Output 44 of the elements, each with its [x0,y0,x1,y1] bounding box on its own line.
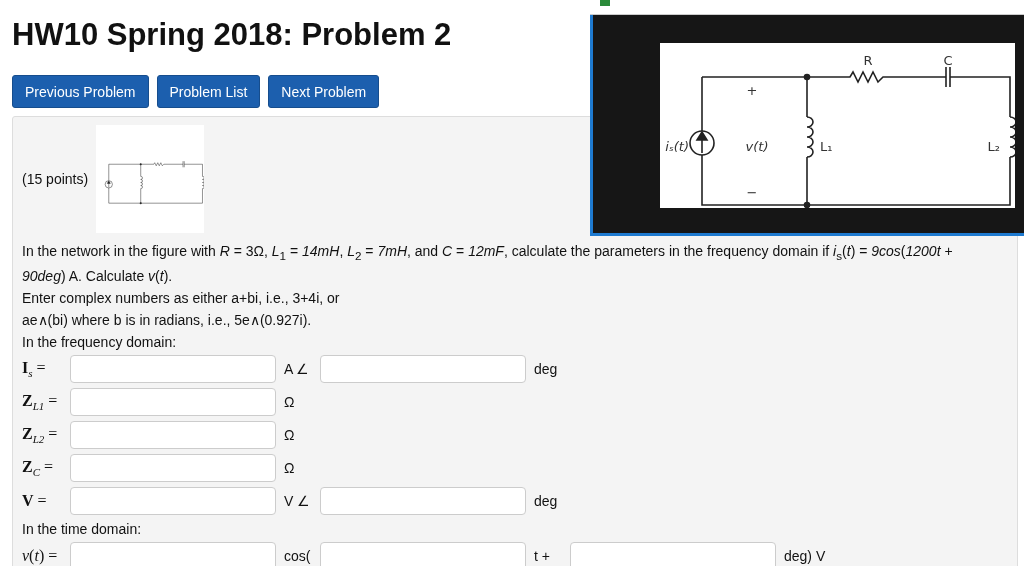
input-field[interactable] [70,388,276,417]
input-field[interactable] [570,542,776,566]
unit-label: t + [534,548,551,565]
instruction-text: Enter complex numbers as either a+bi, i.e., 3+4i, or [22,288,341,308]
input-field[interactable] [70,487,276,516]
circuit-label: L₁ [820,139,833,154]
input-field[interactable] [70,421,276,450]
input-field[interactable] [70,355,276,384]
unit-label: Ω [284,427,296,444]
problem-statement: In the network in the figure with R = 3Ω, L$_{1}$ = 14mH, L$_{2}$ = 7mH, and C = 12mF, calculate the parameters in the frequency domain if i$_{s}$(t) = 9cos(1200t + 90deg) A. Calculate v(t). [22,242,954,286]
variable-label: Z$_{L1}$ = [22,392,59,413]
input-field[interactable] [320,355,526,384]
unit-label: V ∠ [284,493,312,510]
circuit-label: v(t) [745,139,769,154]
points-label: (15 points) [22,171,89,187]
variable-label: v(t) = [22,547,59,566]
input-field[interactable] [70,542,276,566]
nav-button[interactable]: Next Problem [268,75,380,108]
section-heading: In the time domain: [22,519,143,539]
circuit-label: + [746,83,758,98]
circuit-label: iₛ(t) [665,139,689,154]
input-field[interactable] [320,542,526,566]
unit-label: Ω [284,394,296,411]
variable-label: I$_{s}$ = [22,359,47,380]
circuit-label: − [746,185,758,200]
input-field[interactable] [70,454,276,483]
unit-label: Ω [284,460,296,477]
unit-label: deg) V [784,548,826,565]
unit-label: deg [534,493,559,510]
instruction-text: ae∧(bi) where b is in radians, i.e., 5e∧(0.927i). [22,310,313,330]
variable-label: Z$_{L2}$ = [22,425,59,446]
nav-button[interactable]: Previous Problem [12,75,149,108]
circuit-label: C [943,53,953,68]
variable-label: V = [22,492,48,511]
unit-label: deg [534,361,559,378]
section-heading: In the frequency domain: [22,332,178,352]
circuit-label: R [863,53,873,68]
unit-label: A ∠ [284,361,311,378]
page-title: HW10 Spring 2018: Problem 2 [12,16,452,54]
nav-button[interactable]: Problem List [156,75,261,108]
circuit-label: L₂ [987,139,1000,154]
input-field[interactable] [320,487,526,516]
variable-label: Z$_{C}$ = [22,458,55,479]
unit-label: cos( [284,548,312,565]
